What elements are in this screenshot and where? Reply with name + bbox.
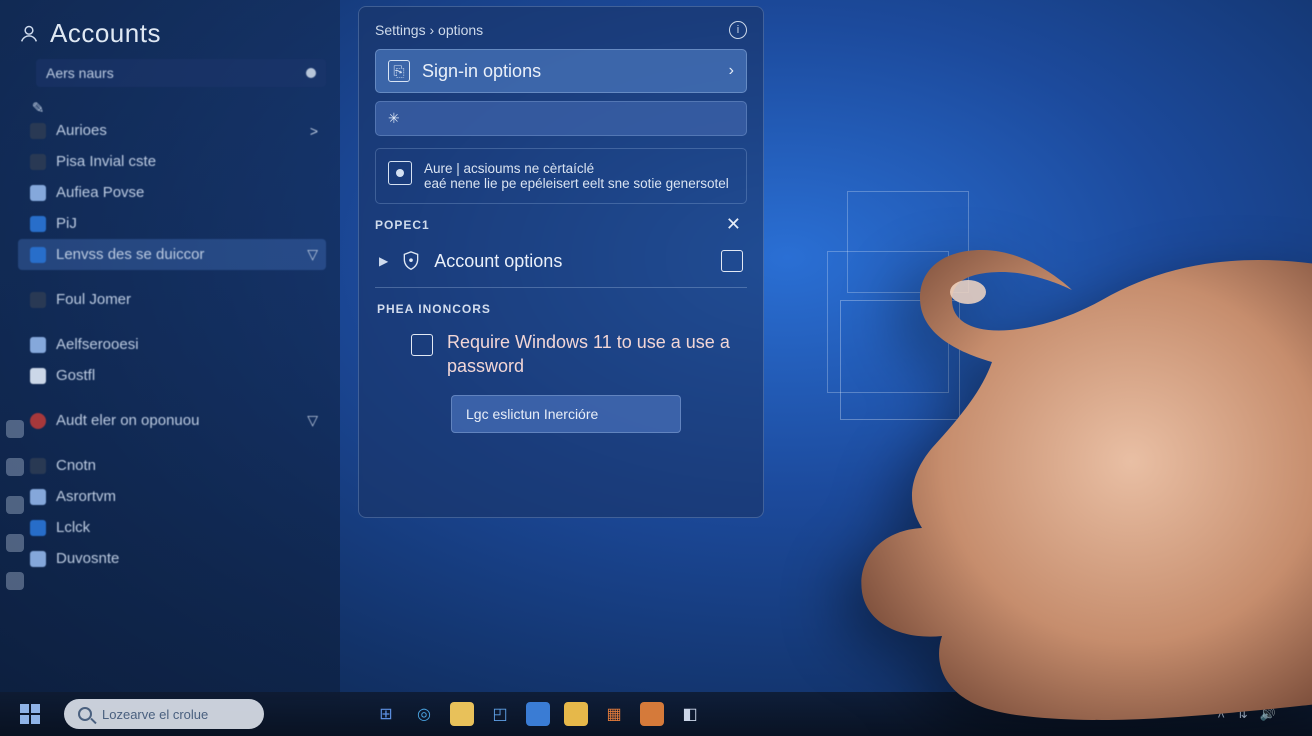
taskbar-pinned-apps: ⊞ ◎ ◰ ▦ ◧ xyxy=(374,702,702,726)
info-icon[interactable]: i xyxy=(729,21,747,39)
asterisk-icon: ✳ xyxy=(388,110,400,127)
wifi-icon[interactable]: ⇅ xyxy=(1237,706,1248,722)
search-placeholder: Lozearve el crolue xyxy=(102,707,208,722)
nav-item-11[interactable]: Asrortvm xyxy=(18,481,326,512)
square-icon xyxy=(28,152,48,172)
expand-icon: ▶ xyxy=(379,254,388,268)
settings-panel: Settings › options i ⎘ Sign-in options ›… xyxy=(358,6,764,518)
shield-icon xyxy=(400,249,422,273)
nav-item-5-active[interactable]: Lenvss des se duiccor▽ xyxy=(18,239,326,270)
note-line2: eaé nene lie pe epéleisert eelt sne soti… xyxy=(424,176,729,191)
section-label-1: POPEC1 xyxy=(375,218,430,232)
nav-item-3[interactable]: Aufiea Povse xyxy=(18,177,326,208)
tray-chevron-icon[interactable]: ˄ xyxy=(1217,707,1225,722)
nav-item-1[interactable]: Aurioes> xyxy=(18,115,326,146)
desktop-window-decoration xyxy=(840,300,960,420)
nav-item-13[interactable]: Duvosnte xyxy=(18,543,326,574)
panel-footer-button[interactable]: Lgc eslictun Inercióre xyxy=(451,395,681,433)
sidebar-title: Accounts xyxy=(50,18,161,49)
secondary-row[interactable]: ✳ xyxy=(375,101,747,136)
record-icon xyxy=(28,411,48,431)
status-dot-icon xyxy=(306,68,316,78)
nav-item-8[interactable]: Gostfl xyxy=(18,360,326,391)
square-icon xyxy=(28,290,48,310)
square-icon xyxy=(28,214,48,234)
app-icon-3[interactable]: ◧ xyxy=(678,702,702,726)
explorer-icon[interactable] xyxy=(450,702,474,726)
signin-label: Sign-in options xyxy=(422,61,541,82)
nav-item-9[interactable]: Audt eler on oponuou▽ xyxy=(18,405,326,436)
section-label-2: PHEA INONCORS xyxy=(377,302,747,316)
app-icon-2[interactable] xyxy=(640,702,664,726)
square-icon xyxy=(28,549,48,569)
chevron-down-icon: ▽ xyxy=(307,412,318,429)
account-options-row[interactable]: ▶ Account options xyxy=(375,237,747,288)
system-tray[interactable]: ˄ ⇅ 🔊 xyxy=(1217,706,1288,722)
nav-item-7[interactable]: Aelfserooesi xyxy=(18,329,326,360)
signin-icon: ⎘ xyxy=(388,60,410,82)
note-icon xyxy=(388,161,412,185)
edge-icon xyxy=(6,534,24,552)
task-icon[interactable]: ⊞ xyxy=(374,702,398,726)
edge-icon xyxy=(6,572,24,590)
nav-item-10[interactable]: Cnotn xyxy=(18,450,326,481)
edge-icon xyxy=(6,496,24,514)
taskbar-search[interactable]: Lozearve el crolue xyxy=(64,699,264,729)
require-password-checkbox[interactable] xyxy=(411,334,433,356)
require-password-row[interactable]: Require Windows 11 to use a use a passwo… xyxy=(375,326,747,391)
left-edge-icons xyxy=(0,420,30,590)
square-icon xyxy=(28,518,48,538)
square-icon xyxy=(28,335,48,355)
search-icon xyxy=(78,707,92,721)
chevron-right-icon: > xyxy=(310,123,318,139)
edge-icon xyxy=(6,420,24,438)
chevron-down-icon: ▽ xyxy=(307,246,318,263)
nav-item-6[interactable]: Foul Jomer xyxy=(18,284,326,315)
nav-item-2[interactable]: Pisa Invial cste xyxy=(18,146,326,177)
account-options-checkbox[interactable] xyxy=(721,250,743,272)
edge-icon[interactable]: ◎ xyxy=(412,702,436,726)
sidebar-user-label: Aers naurs xyxy=(46,65,114,81)
volume-icon[interactable]: 🔊 xyxy=(1260,706,1276,722)
require-password-label: Require Windows 11 to use a use a passwo… xyxy=(447,330,743,379)
square-icon xyxy=(28,366,48,386)
photos-icon[interactable]: ▦ xyxy=(602,702,626,726)
store-icon[interactable]: ◰ xyxy=(488,702,512,726)
mail-icon[interactable] xyxy=(526,702,550,726)
panel-breadcrumb: Settings › options xyxy=(375,22,483,38)
nav-item-12[interactable]: Lclck xyxy=(18,512,326,543)
start-icon[interactable] xyxy=(20,704,40,724)
info-note: Aure | acsioums ne cèrtaíclé eaé nene li… xyxy=(375,148,747,204)
nav-item-edit[interactable]: ✎ xyxy=(18,101,326,115)
square-icon xyxy=(28,121,48,141)
app-icon[interactable] xyxy=(564,702,588,726)
settings-sidebar: Accounts Aers naurs ✎ Aurioes> Pisa Invi… xyxy=(0,0,340,700)
signin-options-row[interactable]: ⎘ Sign-in options › xyxy=(375,49,747,93)
sidebar-user-row[interactable]: Aers naurs xyxy=(36,59,326,87)
square-icon xyxy=(28,245,48,265)
square-icon xyxy=(28,183,48,203)
edge-icon xyxy=(6,458,24,476)
accounts-icon xyxy=(18,23,40,45)
close-icon[interactable]: ✕ xyxy=(720,212,747,237)
account-options-label: Account options xyxy=(434,251,562,272)
taskbar: Lozearve el crolue ⊞ ◎ ◰ ▦ ◧ ˄ ⇅ 🔊 xyxy=(0,692,1312,736)
square-icon xyxy=(28,456,48,476)
chevron-right-icon: › xyxy=(729,62,734,80)
nav-item-4[interactable]: PiJ xyxy=(18,208,326,239)
square-icon xyxy=(28,487,48,507)
note-line1: Aure | acsioums ne cèrtaíclé xyxy=(424,161,729,176)
